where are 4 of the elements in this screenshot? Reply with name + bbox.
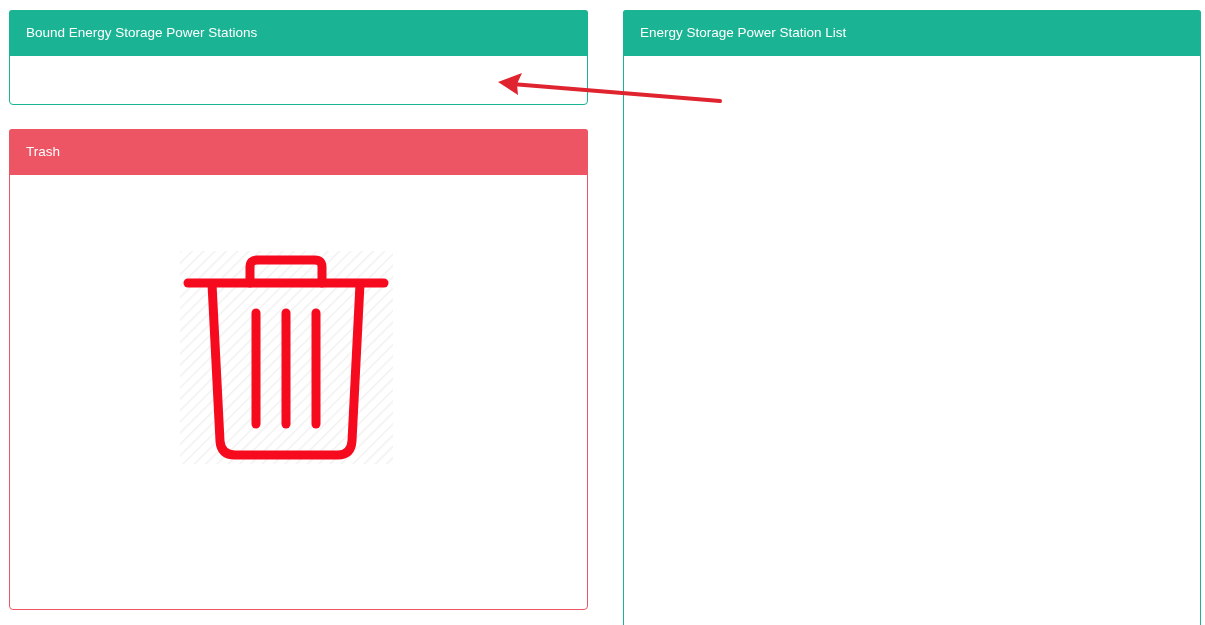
panel-title: Bound Energy Storage Power Stations — [26, 24, 258, 42]
panel-title: Trash — [26, 143, 60, 161]
panel-title: Energy Storage Power Station List — [640, 24, 847, 42]
trash-icon — [180, 251, 393, 464]
